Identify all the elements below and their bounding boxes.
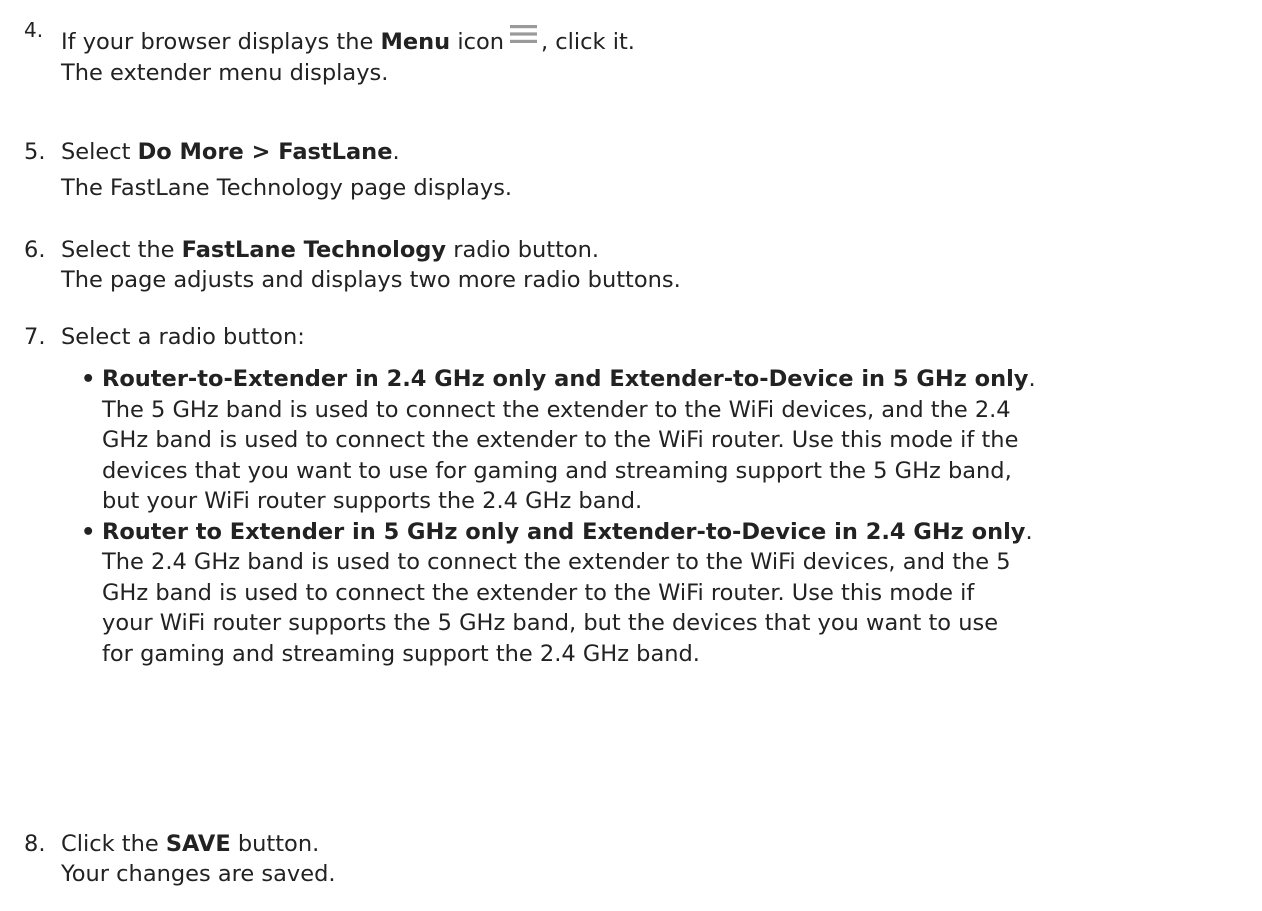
step-5: 5. Select Do More > FastLane. The FastLa…: [24, 137, 1254, 203]
radio-button-term: FastLane Technology: [181, 237, 447, 263]
option-description-line: The 2.4 GHz band is used to connect the …: [102, 549, 1011, 575]
step-number: 8.: [24, 831, 46, 857]
option-description-line: devices that you want to use for gaming …: [102, 457, 1012, 484]
step-number: 6.: [24, 237, 46, 263]
step-number: 5.: [24, 139, 46, 165]
step-7: 7. Select a radio button: • Router-to-Ex…: [24, 322, 1254, 669]
option-description-line: GHz band is used to connect the extender…: [102, 427, 1019, 453]
option-description-line: but your WiFi router supports the 2.4 GH…: [102, 488, 643, 514]
step-instruction: Select the FastLane Technology radio but…: [61, 237, 600, 263]
bullet-marker: •: [81, 518, 96, 545]
option-description-line: for gaming and streaming support the 2.4…: [102, 640, 700, 667]
option-description-line: GHz band is used to connect the extender…: [102, 579, 975, 606]
step-result: The extender menu displays.: [61, 59, 389, 86]
option-title: Router to Extender in 5 GHz only and Ext…: [102, 518, 1026, 545]
step-instruction: Select a radio button:: [61, 324, 305, 350]
bullet-list: • Router-to-Extender in 2.4 GHz only and…: [81, 364, 1254, 669]
step-instruction: Select Do More > FastLane.: [61, 139, 400, 165]
list-item: • Router-to-Extender in 2.4 GHz only and…: [81, 364, 1254, 517]
step-result: The FastLane Technology page displays.: [61, 175, 513, 201]
step-result: Your changes are saved.: [61, 861, 336, 887]
step-4: 4. If your browser displays the Menu ico…: [24, 18, 1254, 88]
document-page: 4. If your browser displays the Menu ico…: [0, 0, 1262, 911]
hamburger-menu-icon: [509, 21, 537, 51]
menu-path: Do More > FastLane: [137, 139, 393, 165]
save-term: SAVE: [165, 831, 231, 857]
menu-term: Menu: [380, 29, 451, 55]
step-instruction: If your browser displays the Menu icon, …: [61, 24, 1254, 58]
step-6: 6. Select the FastLane Technology radio …: [24, 235, 1254, 295]
option-description-line: The 5 GHz band is used to connect the ex…: [102, 396, 1011, 423]
step-number: 4.: [24, 18, 44, 42]
bullet-marker: •: [81, 366, 96, 392]
step-number: 7.: [24, 324, 46, 350]
step-instruction: Click the SAVE button.: [61, 831, 320, 857]
step-8: 8. Click the SAVE button. Your changes a…: [24, 829, 1254, 889]
list-item: • Router to Extender in 5 GHz only and E…: [81, 517, 1254, 670]
option-description-line: your WiFi router supports the 5 GHz band…: [102, 610, 999, 636]
step-result: The page adjusts and displays two more r…: [61, 267, 681, 293]
option-title: Router-to-Extender in 2.4 GHz only and E…: [102, 366, 1029, 392]
